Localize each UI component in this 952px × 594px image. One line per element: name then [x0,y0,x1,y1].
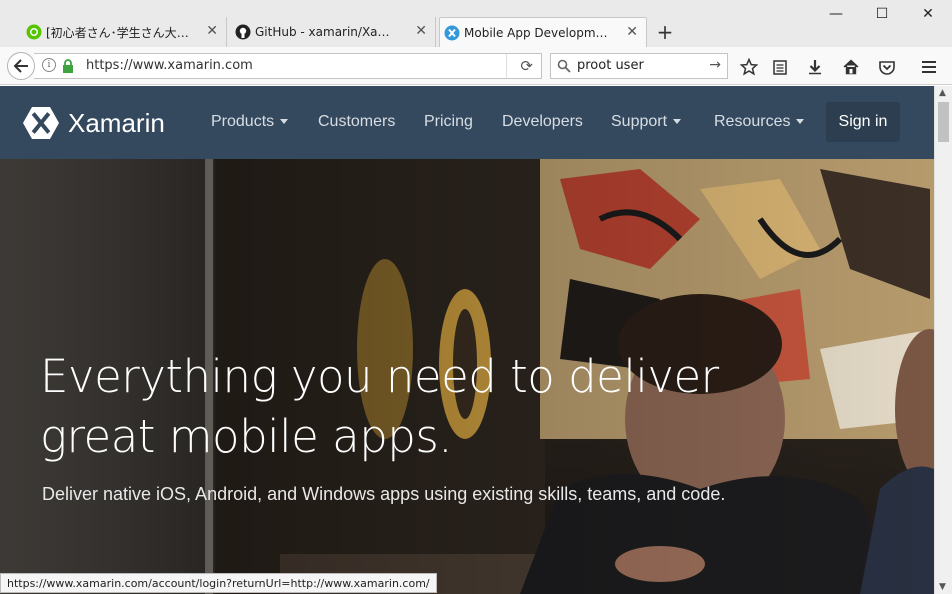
scroll-up-arrow-icon[interactable]: ▲ [939,88,946,98]
nav-label: Support [611,113,668,130]
chevron-down-icon [280,119,289,125]
nav-support[interactable]: Support [611,113,682,131]
browser-titlebar: [初心者さん･学生さん大歓... ✕ GitHub - xamarin/Xama… [0,0,952,47]
xamarin-icon [444,25,460,41]
nav-developers[interactable]: Developers [502,113,583,131]
maximize-button[interactable]: ☐ [867,6,897,26]
nav-resources[interactable]: Resources [714,113,805,131]
status-bar-url: https://www.xamarin.com/account/login?re… [0,573,437,593]
info-icon[interactable]: i [42,58,56,72]
bookmark-star-icon[interactable] [738,56,760,78]
search-input[interactable] [577,58,707,73]
minimize-button[interactable]: — [821,6,851,26]
nav-label: Customers [318,113,396,130]
hero-subtitle: Deliver native iOS, Android, and Windows… [42,484,726,504]
close-tab-icon[interactable]: ✕ [206,23,218,39]
new-tab-button[interactable]: + [654,20,676,44]
chevron-down-icon [673,119,682,125]
hamburger-menu-icon[interactable] [918,56,940,78]
tab-title: Mobile App Development ... [464,25,610,40]
tab-title: [初心者さん･学生さん大歓... [46,25,190,40]
qiita-icon [26,24,42,40]
nav-label: Developers [502,113,583,130]
close-window-button[interactable]: ✕ [913,6,943,26]
github-icon [235,24,251,40]
download-icon[interactable] [804,56,826,78]
scroll-down-arrow-icon[interactable]: ▼ [939,582,946,592]
url-text[interactable]: https://www.xamarin.com [86,58,253,73]
hero-title-line: Everything you need to deliver [40,350,719,403]
lock-icon[interactable] [62,58,74,77]
reload-icon[interactable]: ⟳ [520,57,533,75]
search-icon [557,58,571,77]
xamarin-logo-icon [23,107,59,139]
back-arrow-icon [13,59,28,73]
nav-label: Resources [714,113,791,130]
scrollbar-thumb[interactable] [938,102,949,142]
nav-label: Pricing [424,113,473,130]
back-button[interactable] [7,52,35,80]
tab-xamarin[interactable]: Mobile App Development ... ✕ [439,17,647,47]
home-icon[interactable] [840,56,862,78]
search-go-icon[interactable]: → [709,57,721,73]
web-page: Xamarin Products Customers Pricing Devel… [0,86,934,594]
search-bar[interactable]: → [550,53,728,79]
hero-title: Everything you need to deliver great mob… [40,347,740,467]
close-tab-icon[interactable]: ✕ [626,24,638,40]
tab-qiita[interactable]: [初心者さん･学生さん大歓... ✕ [22,17,227,47]
site-header: Xamarin Products Customers Pricing Devel… [0,86,934,159]
hero-section: Everything you need to deliver great mob… [0,159,934,594]
nav-pricing[interactable]: Pricing [424,113,473,131]
browser-navbar: i https://www.xamarin.com ⟳ → [0,47,952,85]
nav-customers[interactable]: Customers [318,113,395,131]
tab-github[interactable]: GitHub - xamarin/Xamarin... ✕ [231,17,436,47]
xamarin-logo[interactable]: Xamarin [22,105,165,141]
nav-label: Products [211,113,275,130]
close-tab-icon[interactable]: ✕ [415,23,427,39]
tab-title: GitHub - xamarin/Xamarin... [255,25,399,39]
divider [506,54,507,78]
sign-in-button[interactable]: Sign in [826,102,900,142]
hero-title-line: great mobile apps. [40,410,453,463]
logo-text: Xamarin [68,107,165,138]
address-bar[interactable]: i https://www.xamarin.com ⟳ [34,53,542,79]
page-scrollbar[interactable]: ▲ ▼ [934,86,952,594]
pocket-icon[interactable] [876,56,898,78]
reading-list-icon[interactable] [769,56,791,78]
nav-products[interactable]: Products [211,113,289,131]
chevron-down-icon [796,119,805,125]
